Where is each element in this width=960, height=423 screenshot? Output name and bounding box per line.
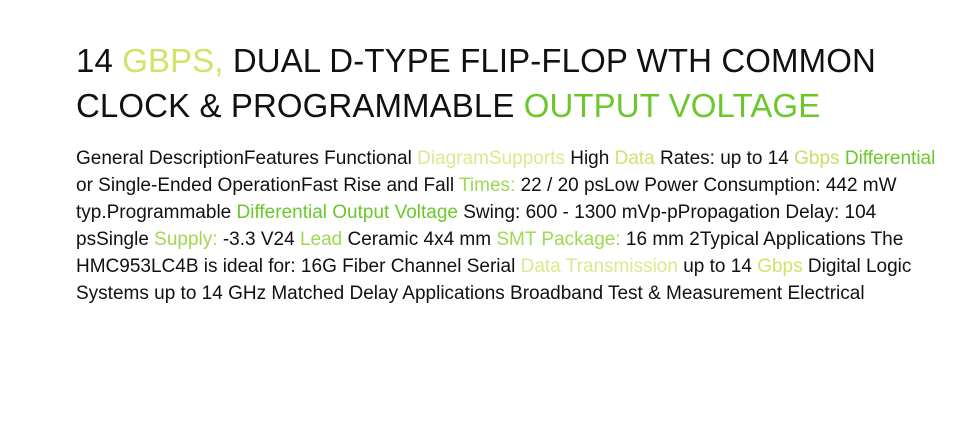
page-title: 14 GBPS, DUAL D-TYPE FLIP-FLOP WTH COMMO… <box>76 38 936 128</box>
body-paragraph: General DescriptionFeatures Functional D… <box>76 145 936 307</box>
body-segment-highlight: SMT Package: <box>496 229 621 250</box>
body-segment: or Single-Ended OperationFast Rise and F… <box>76 175 460 196</box>
body-segment: -3.3 V24 <box>217 229 300 250</box>
body-segment-highlight: Data <box>614 148 655 169</box>
body-segment-highlight: Gbps <box>757 256 803 277</box>
body-segment-highlight: Gbps <box>794 148 840 169</box>
body-segment-highlight: Supply: <box>154 229 218 250</box>
body-segment-highlight: Differential Output Voltage <box>236 202 458 223</box>
document-page: 14 GBPS, DUAL D-TYPE FLIP-FLOP WTH COMMO… <box>76 38 936 307</box>
title-segment: 14 <box>76 42 123 79</box>
body-segment: up to 14 <box>677 256 758 277</box>
body-segment: Ceramic 4x4 mm <box>342 229 497 250</box>
body-segment: General DescriptionFeatures Functional <box>76 148 418 169</box>
body-segment-highlight: Differential <box>844 148 936 169</box>
body-segment-highlight: Times: <box>459 175 516 196</box>
body-segment-highlight: Data Transmission <box>520 256 678 277</box>
body-segment: High <box>564 148 615 169</box>
body-segment-highlight: DiagramSupports <box>417 148 565 169</box>
title-segment-highlight: OUTPUT VOLTAGE <box>523 87 821 124</box>
body-segment-highlight: Lead <box>299 229 343 250</box>
body-segment: Rates: up to 14 <box>654 148 795 169</box>
title-segment-highlight: GBPS, <box>122 42 224 79</box>
